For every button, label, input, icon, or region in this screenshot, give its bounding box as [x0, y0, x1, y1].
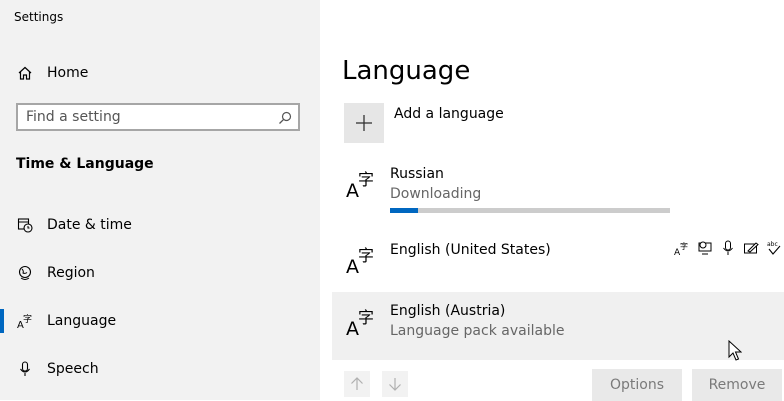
svg-text:字: 字	[680, 241, 688, 251]
language-icon: A字	[346, 308, 374, 338]
language-name: English (Austria)	[390, 303, 506, 319]
svg-text:abc: abc	[767, 241, 778, 248]
language-status: Language pack available	[390, 323, 565, 339]
sidebar-item-home[interactable]: Home	[0, 53, 320, 93]
move-down-button[interactable]	[382, 371, 408, 397]
svg-text:字: 字	[358, 170, 374, 189]
language-icon: A字	[17, 313, 33, 329]
move-up-button[interactable]	[344, 371, 370, 397]
language-item-english-austria[interactable]: A字 English (Austria) Language pack avail…	[332, 292, 784, 360]
sidebar-item-label: Home	[47, 65, 89, 81]
search-field[interactable]	[16, 103, 300, 131]
home-icon	[17, 65, 33, 81]
sidebar: Settings Home Time & Language Date & tim…	[0, 0, 320, 400]
display-language-icon: A字	[674, 240, 690, 256]
section-title: Time & Language	[16, 156, 154, 172]
svg-text:字: 字	[358, 246, 374, 265]
add-language-button[interactable]	[344, 103, 384, 143]
mouse-cursor-icon	[728, 340, 742, 361]
main-content: Language Add a language A字 Russian Downl…	[320, 0, 784, 401]
progress-fill	[390, 208, 418, 213]
sidebar-item-language[interactable]: A字 Language	[0, 301, 320, 341]
language-item-russian[interactable]: A字 Russian Downloading	[332, 162, 784, 220]
language-icon: A字	[346, 246, 374, 276]
sidebar-item-region[interactable]: Region	[0, 253, 320, 293]
text-to-speech-icon	[697, 240, 713, 256]
app-title: Settings	[14, 10, 64, 24]
sidebar-item-date-time[interactable]: Date & time	[0, 205, 320, 245]
language-status: Downloading	[390, 186, 482, 202]
language-feature-icons: A字 abc	[674, 240, 782, 256]
search-icon[interactable]	[278, 110, 292, 124]
options-button[interactable]: Options	[592, 369, 682, 401]
calendar-clock-icon	[17, 217, 33, 233]
search-input[interactable]	[26, 108, 271, 126]
language-name: English (United States)	[390, 242, 551, 258]
svg-text:字: 字	[358, 308, 374, 327]
arrow-down-icon	[389, 378, 401, 391]
plus-icon	[356, 115, 372, 131]
spelling-icon: abc	[766, 240, 782, 256]
sidebar-item-label: Language	[47, 313, 117, 329]
page-title: Language	[342, 56, 471, 86]
remove-button[interactable]: Remove	[692, 369, 782, 401]
handwriting-icon	[743, 240, 759, 256]
sidebar-item-speech[interactable]: Speech	[0, 349, 320, 389]
sidebar-item-label: Date & time	[47, 217, 132, 233]
language-name: Russian	[390, 166, 444, 182]
sidebar-item-label: Speech	[47, 361, 99, 377]
language-icon: A字	[346, 170, 374, 200]
download-progress	[390, 208, 670, 213]
microphone-icon	[17, 361, 33, 377]
sidebar-item-label: Region	[47, 265, 95, 281]
arrow-up-icon	[351, 377, 363, 390]
speech-recognition-icon	[720, 240, 736, 256]
globe-icon	[17, 265, 33, 281]
add-language-label[interactable]: Add a language	[394, 106, 504, 122]
svg-text:字: 字	[23, 313, 32, 325]
